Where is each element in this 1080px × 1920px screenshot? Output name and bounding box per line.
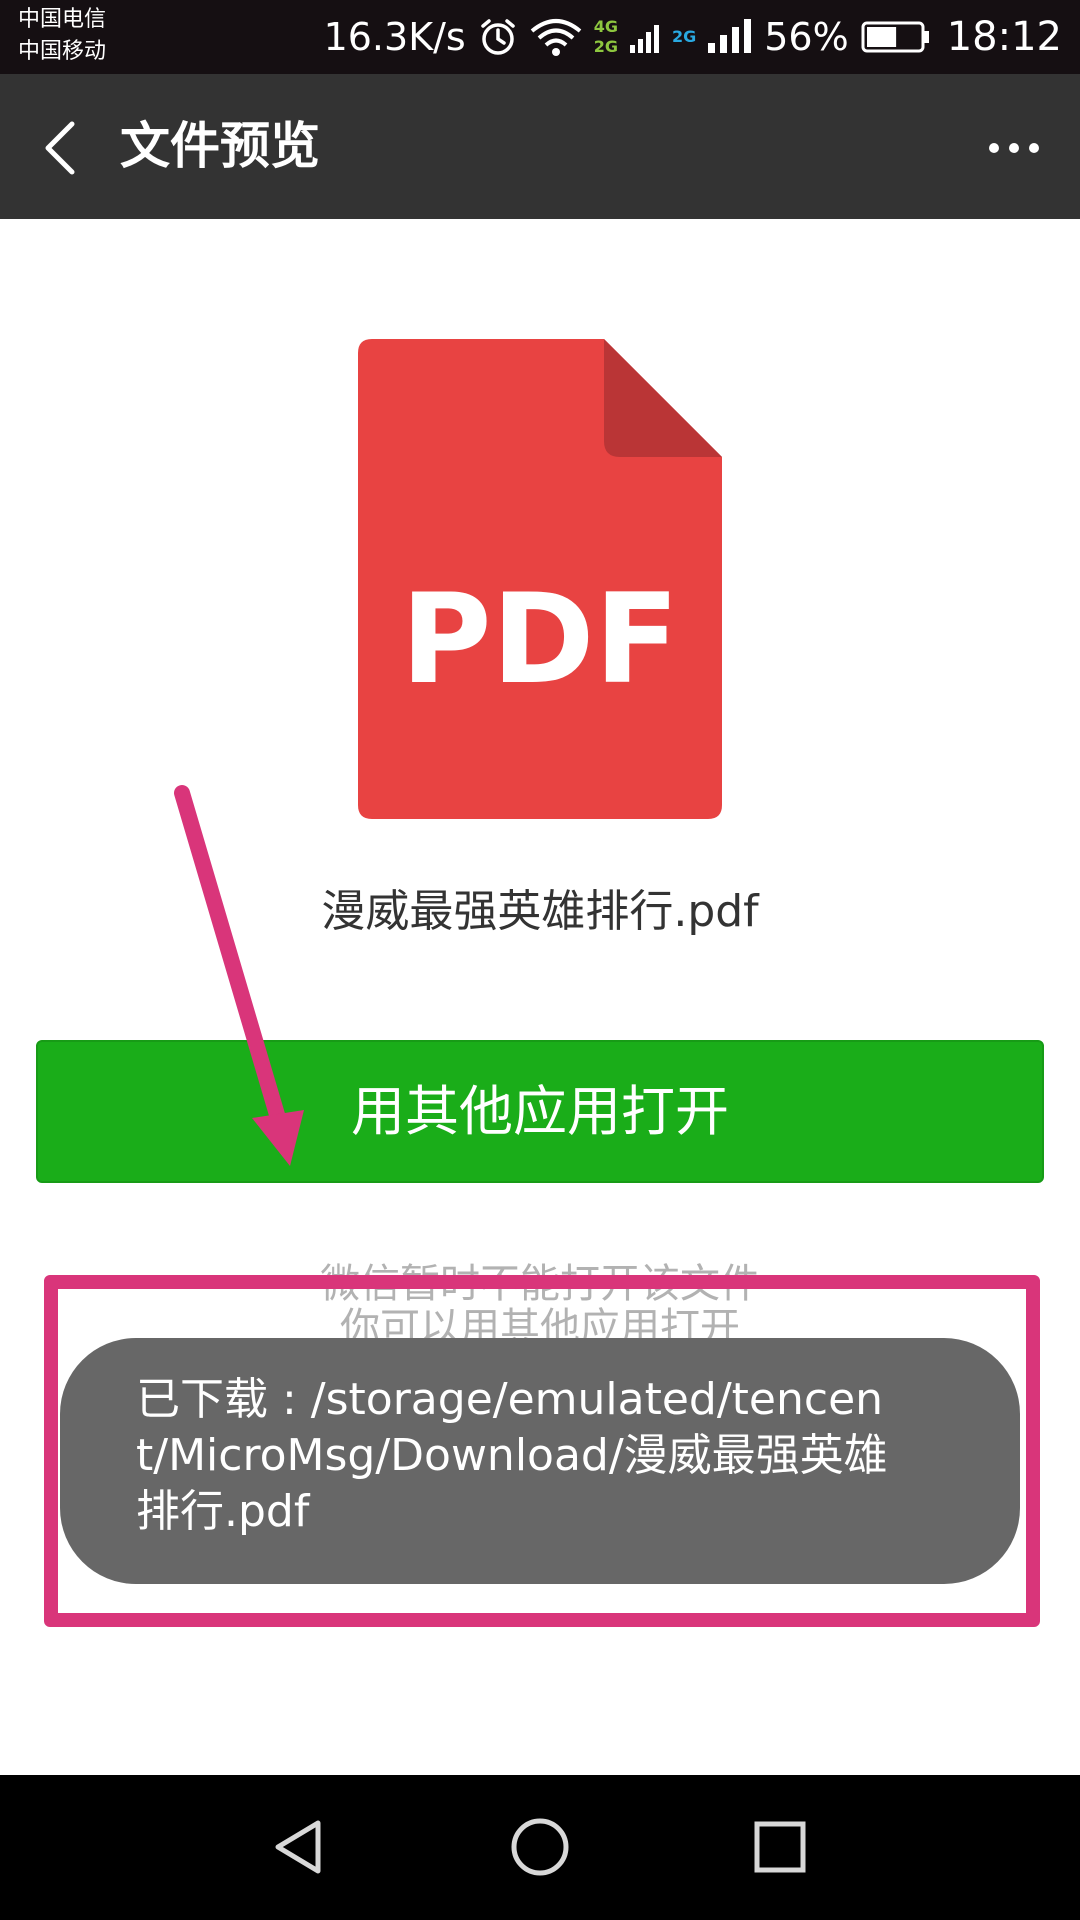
home-circle-icon (511, 1818, 569, 1876)
navigation-bar (0, 1775, 1080, 1920)
recents-square-icon (754, 1821, 806, 1873)
download-toast: 已下载 : /storage/emulated/tencent/MicroMsg… (60, 1338, 1020, 1584)
nav-home-button[interactable] (500, 1807, 580, 1887)
nav-back-button[interactable] (260, 1807, 340, 1887)
back-triangle-icon (275, 1820, 321, 1874)
nav-recents-button[interactable] (740, 1807, 820, 1887)
annotation-arrow (174, 785, 304, 1166)
